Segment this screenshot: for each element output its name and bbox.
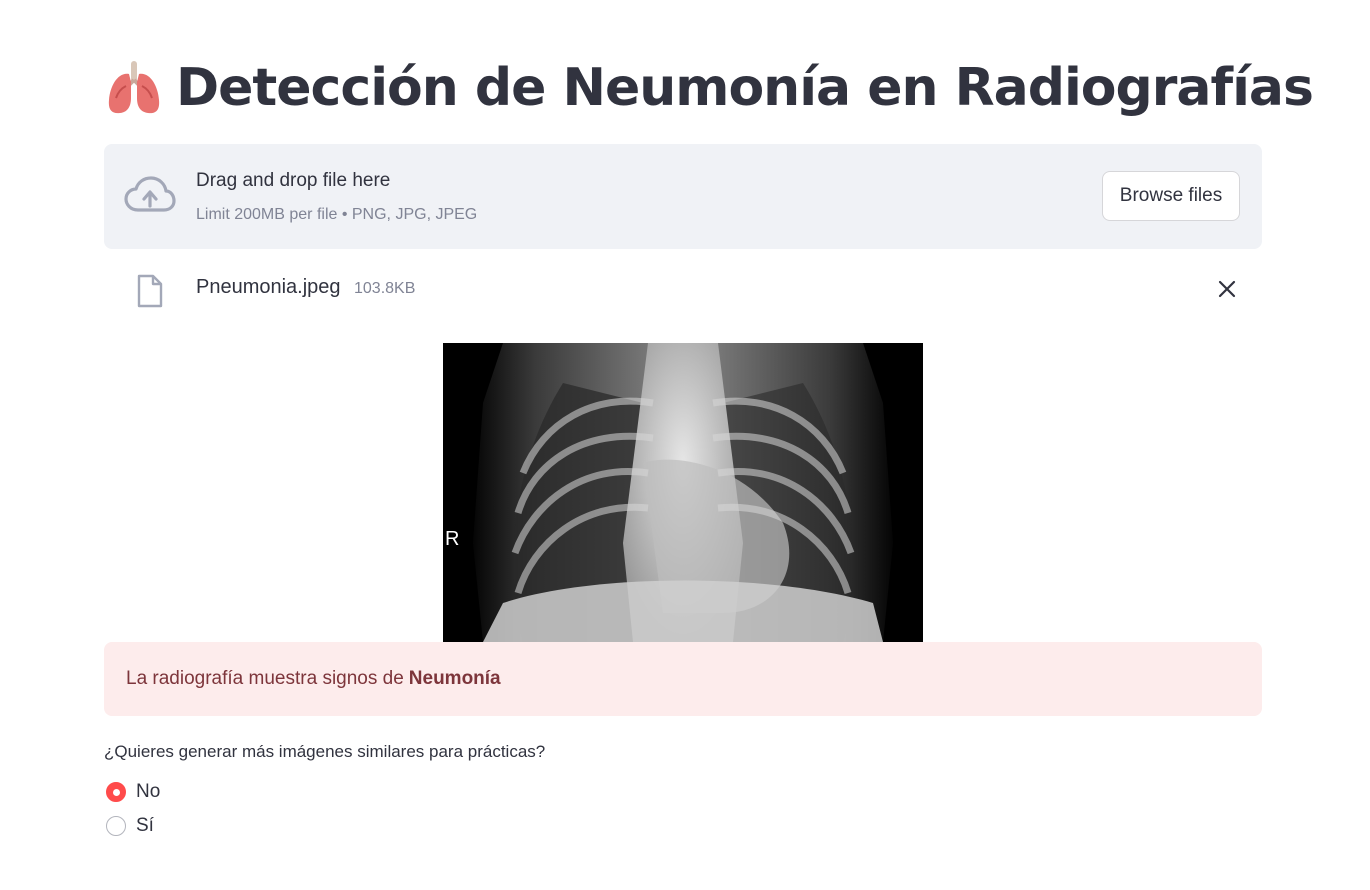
radio-option-si[interactable]: Sí <box>106 815 154 837</box>
radio-button-selected[interactable] <box>106 782 126 802</box>
file-dropzone[interactable]: Drag and drop file here Limit 200MB per … <box>104 144 1262 249</box>
browse-files-button[interactable]: Browse files <box>1102 171 1240 221</box>
uploaded-file-row: Pneumonia.jpeg 103.8KB <box>104 266 1262 314</box>
file-icon <box>137 274 163 308</box>
dropzone-label: Drag and drop file here <box>196 170 391 191</box>
result-alert: La radiografía muestra signos de Neumoní… <box>104 642 1262 716</box>
xray-image: R <box>443 343 923 642</box>
result-prefix: La radiografía muestra signos de <box>126 668 404 689</box>
file-name: Pneumonia.jpeg <box>196 276 341 298</box>
question-label: ¿Quieres generar más imágenes similares … <box>104 742 546 761</box>
xray-marker: R <box>445 528 459 550</box>
radio-button[interactable] <box>106 816 126 836</box>
page-title: Detección de Neumonía en Radiografías <box>176 58 1314 118</box>
page-header: Detección de Neumonía en Radiografías <box>104 52 1314 124</box>
result-diagnosis: Neumonía <box>408 668 501 689</box>
radio-label-no: No <box>136 781 161 802</box>
close-icon[interactable] <box>1216 278 1238 300</box>
cloud-upload-icon <box>124 176 176 212</box>
radio-option-no[interactable]: No <box>106 781 160 803</box>
dropzone-limit-text: Limit 200MB per file • PNG, JPG, JPEG <box>196 206 478 223</box>
lungs-icon <box>108 61 160 114</box>
file-size: 103.8KB <box>354 280 416 297</box>
radio-label-si: Sí <box>136 815 154 836</box>
